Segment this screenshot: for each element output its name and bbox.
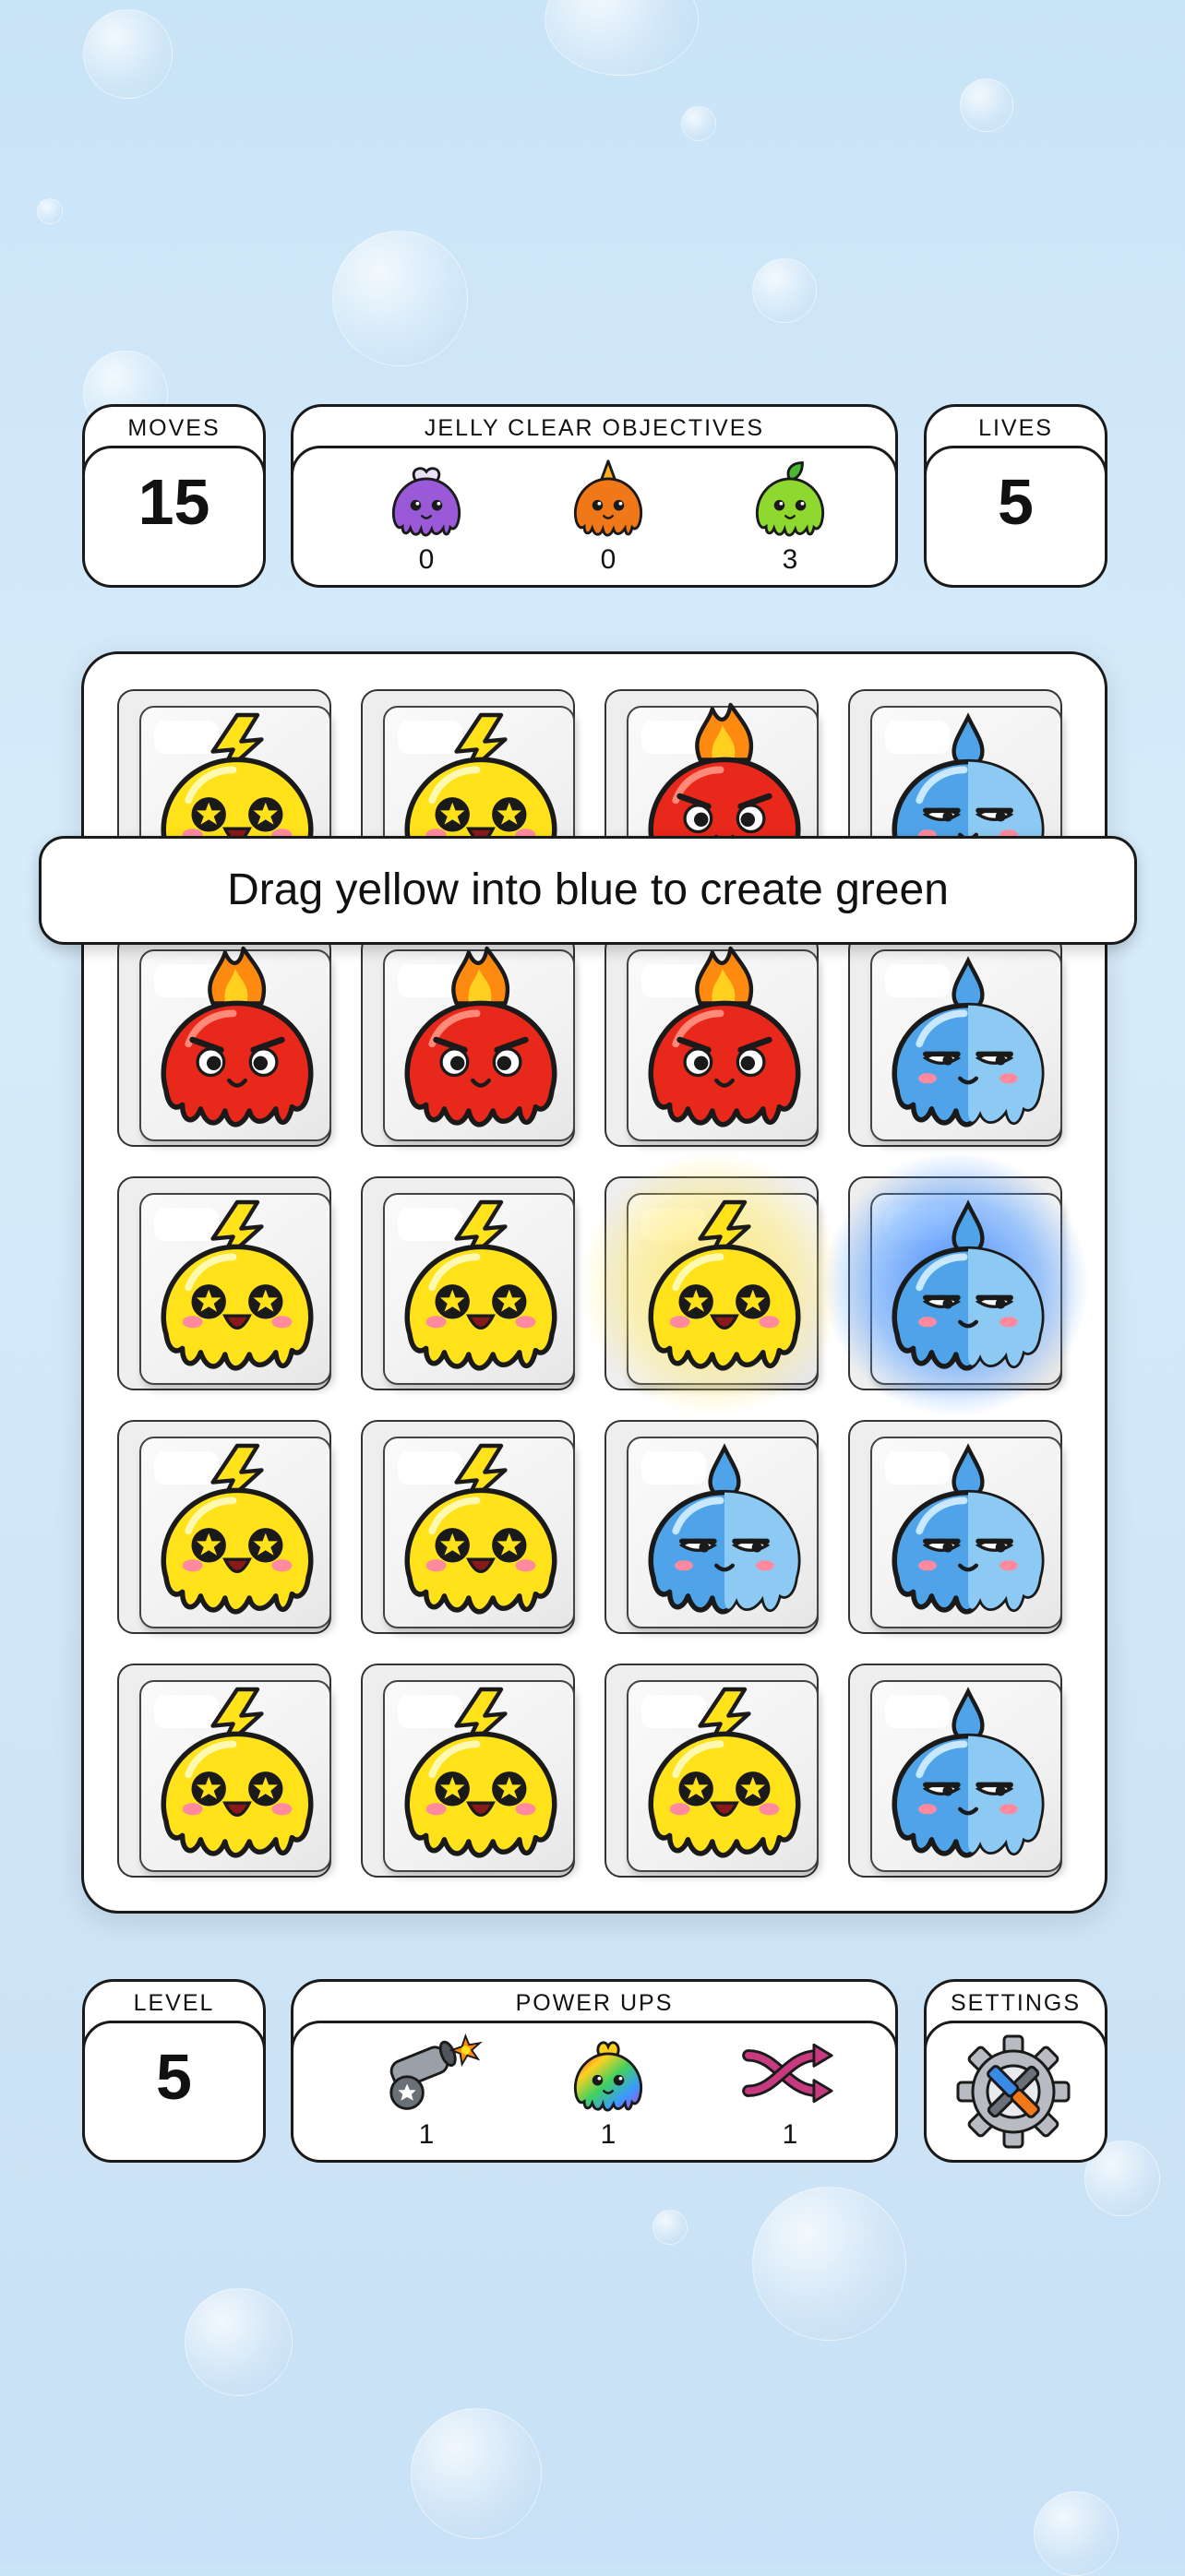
- tile-yellow[interactable]: [604, 1664, 819, 1878]
- yellow-jelly-icon: [136, 1425, 339, 1628]
- objective-count: 3: [782, 544, 798, 575]
- blue-jelly-icon: [867, 938, 1070, 1141]
- background-bubble: [411, 2408, 542, 2539]
- tile-blue[interactable]: [848, 933, 1062, 1147]
- level-panel: LEVEL 5: [82, 1979, 266, 2163]
- background-bubble: [545, 0, 699, 76]
- lives-value: 5: [998, 466, 1034, 538]
- background-bubble: [960, 78, 1013, 132]
- tile-yellow[interactable]: [361, 1664, 575, 1878]
- red-jelly-icon: [379, 938, 582, 1141]
- level-label: LEVEL: [133, 1990, 215, 2016]
- rainbow-jelly-icon: [564, 2041, 652, 2117]
- blue-jelly-icon: [867, 1182, 1070, 1385]
- settings-label: SETTINGS: [950, 1990, 1081, 2016]
- background-bubble: [1034, 2491, 1119, 2576]
- moves-label: MOVES: [127, 415, 221, 441]
- moves-value: 15: [138, 466, 210, 538]
- background-bubble: [681, 106, 716, 141]
- red-jelly-icon: [623, 938, 826, 1141]
- blue-jelly-icon: [867, 1669, 1070, 1872]
- blue-jelly-icon: [623, 1425, 826, 1628]
- yellow-jelly-icon: [136, 1182, 339, 1385]
- tile-yellow[interactable]: [117, 1664, 331, 1878]
- tile-blue-highlighted[interactable]: [822, 1151, 1090, 1418]
- powerup-cannon[interactable]: 1: [371, 2023, 483, 2151]
- objective-green: 3: [735, 448, 845, 576]
- yellow-jelly-icon: [379, 1669, 582, 1872]
- green-jelly-icon: [746, 461, 834, 543]
- background-bubble: [752, 2187, 906, 2341]
- powerup-rainbow[interactable]: 1: [553, 2023, 664, 2151]
- background-bubble: [37, 198, 63, 224]
- shuffle-icon: [742, 2043, 833, 2104]
- yellow-jelly-icon: [136, 1669, 339, 1872]
- blue-jelly-icon: [867, 1425, 1070, 1628]
- powerup-count: 1: [418, 2119, 435, 2150]
- yellow-jelly-icon: [379, 1182, 582, 1385]
- powerups-panel: POWER UPS 1 1 1: [291, 1979, 898, 2163]
- purple-jelly-icon: [382, 467, 471, 543]
- settings-gear-icon: [956, 2034, 1071, 2149]
- level-value: 5: [156, 2041, 192, 2113]
- background-bubble: [332, 231, 468, 366]
- tile-yellow[interactable]: [361, 1420, 575, 1634]
- tile-red[interactable]: [117, 933, 331, 1147]
- lives-label: LIVES: [978, 415, 1053, 441]
- cannon-icon: [389, 2033, 483, 2110]
- tile-yellow[interactable]: [361, 1176, 575, 1390]
- yellow-jelly-icon: [623, 1182, 826, 1385]
- tile-blue[interactable]: [848, 1420, 1062, 1634]
- settings-button[interactable]: SETTINGS: [924, 1979, 1107, 2163]
- tile-yellow[interactable]: [117, 1420, 331, 1634]
- objectives-panel: JELLY CLEAR OBJECTIVES 0 0 3: [291, 404, 898, 588]
- orange-jelly-icon: [564, 459, 652, 543]
- objective-purple: 0: [371, 448, 482, 576]
- objective-count: 0: [418, 544, 435, 575]
- powerups-label: POWER UPS: [515, 1990, 674, 2016]
- tile-yellow-highlighted[interactable]: [579, 1151, 846, 1418]
- hint-banner: Drag yellow into blue to create green: [39, 836, 1137, 945]
- tile-red[interactable]: [361, 933, 575, 1147]
- yellow-jelly-icon: [379, 1425, 582, 1628]
- powerup-count: 1: [782, 2119, 798, 2150]
- powerup-count: 1: [600, 2119, 616, 2150]
- background-bubble: [185, 2288, 293, 2396]
- moves-panel: MOVES 15: [82, 404, 266, 588]
- red-jelly-icon: [136, 938, 339, 1141]
- background-bubble: [83, 9, 173, 99]
- yellow-jelly-icon: [623, 1669, 826, 1872]
- powerup-shuffle[interactable]: 1: [735, 2023, 845, 2151]
- lives-panel: LIVES 5: [924, 404, 1107, 588]
- objective-orange: 0: [553, 448, 664, 576]
- tile-yellow[interactable]: [117, 1176, 331, 1390]
- objective-count: 0: [600, 544, 616, 575]
- objectives-label: JELLY CLEAR OBJECTIVES: [424, 415, 765, 441]
- tile-blue[interactable]: [604, 1420, 819, 1634]
- background-bubble: [652, 2210, 688, 2245]
- tile-red[interactable]: [604, 933, 819, 1147]
- tile-blue[interactable]: [848, 1664, 1062, 1878]
- background-bubble: [752, 258, 817, 323]
